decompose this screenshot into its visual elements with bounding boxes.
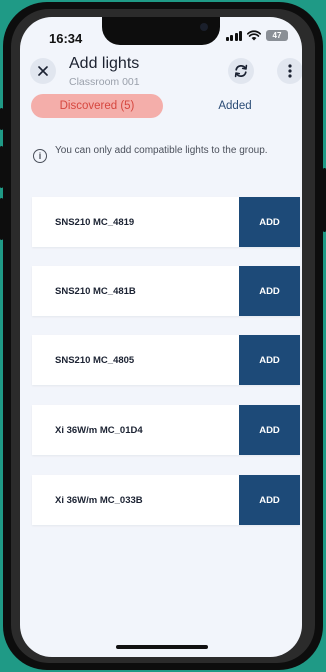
light-name: SNS210 MC_481B (55, 285, 136, 297)
status-icons: 47 (225, 30, 288, 41)
add-button[interactable]: ADD (239, 475, 300, 525)
light-row: Xi 36W/m MC_033B ADD (32, 475, 300, 525)
light-name: SNS210 MC_4805 (55, 354, 135, 366)
add-button[interactable]: ADD (239, 197, 300, 247)
tab-discovered[interactable]: Discovered (5) (31, 94, 163, 118)
light-row: SNS210 MC_4819 ADD (32, 197, 300, 247)
page-subtitle: Classroom 001 (69, 76, 140, 88)
cellular-signal-icon (225, 30, 242, 41)
tab-added[interactable]: Added (187, 94, 283, 118)
more-options-button[interactable] (277, 58, 302, 84)
light-name: SNS210 MC_4819 (55, 216, 135, 228)
light-row: Xi 36W/m MC_01D4 ADD (32, 405, 300, 455)
battery-icon: 47 (266, 30, 288, 41)
wifi-icon (247, 30, 261, 41)
light-row: SNS210 MC_481B ADD (32, 266, 300, 316)
refresh-icon (234, 64, 248, 78)
light-name: Xi 36W/m MC_01D4 (55, 424, 143, 436)
info-message: You can only add compatible lights to th… (55, 145, 268, 156)
close-icon (38, 66, 48, 76)
add-button[interactable]: ADD (239, 335, 300, 385)
refresh-button[interactable] (228, 58, 254, 84)
light-name: Xi 36W/m MC_033B (55, 494, 143, 506)
more-vertical-icon (288, 64, 292, 78)
add-button[interactable]: ADD (239, 266, 300, 316)
front-camera (200, 23, 208, 31)
close-button[interactable] (30, 58, 56, 84)
app-screen: 16:34 47 Add lights Classroom 001 Discov… (20, 17, 302, 657)
status-time: 16:34 (49, 31, 83, 46)
home-indicator[interactable] (116, 645, 208, 649)
light-row: SNS210 MC_4805 ADD (32, 335, 300, 385)
info-icon: i (33, 149, 47, 163)
add-button[interactable]: ADD (239, 405, 300, 455)
notch (102, 17, 220, 45)
page-title: Add lights (69, 55, 140, 72)
